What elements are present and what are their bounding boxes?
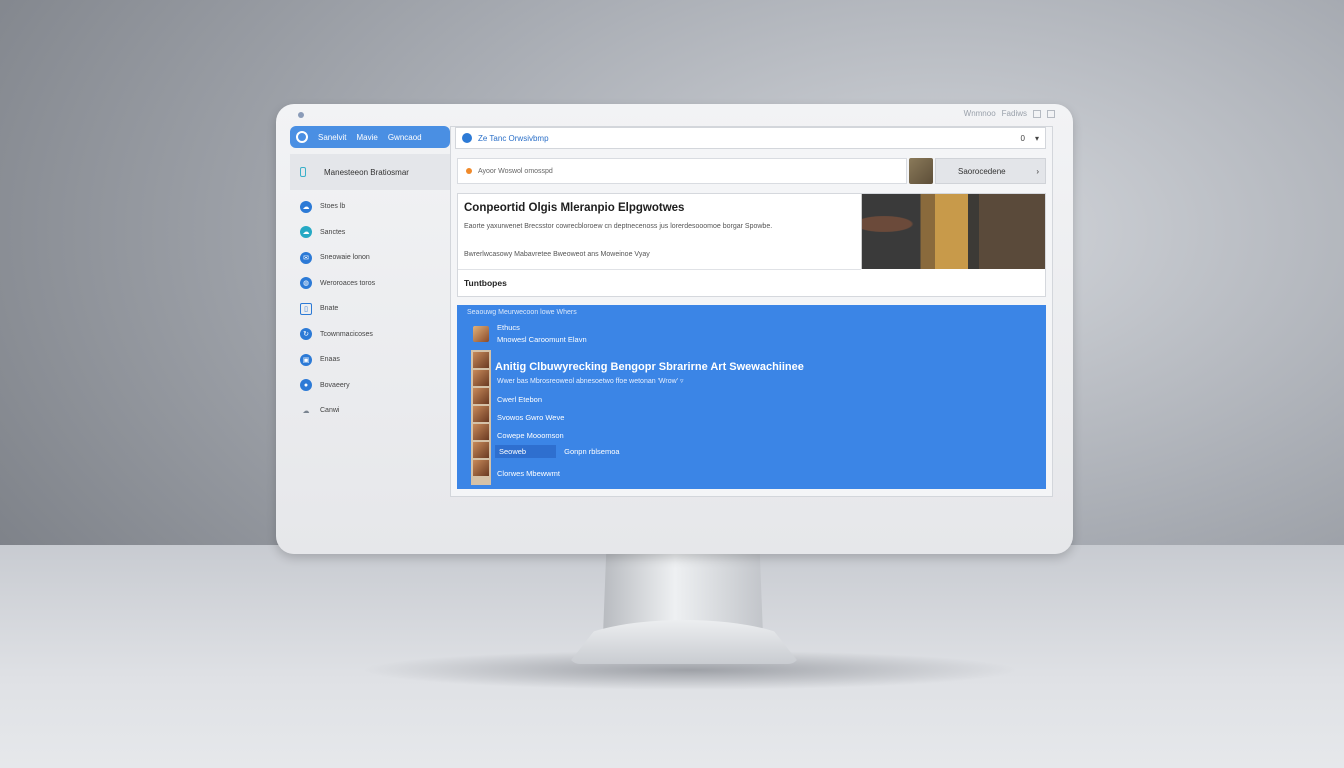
avatar (473, 325, 489, 342)
panel-headline[interactable]: Anitig Clbuwyrecking Bengopr Sbrarirne A… (495, 361, 804, 373)
sidebar-item[interactable]: ✉ Sneowaie lonon (290, 245, 450, 271)
tab-sanelvit[interactable]: Sanelvit (318, 133, 346, 142)
list-item-label: Svowos Gwro Weve (497, 413, 565, 422)
list-item[interactable]: Clorwes Mbewwmt (497, 469, 560, 478)
panel-header: Seaouwg Meurwecoon lowe Whers (467, 309, 577, 316)
sidebar-item[interactable]: ☁ Sanctes (290, 220, 450, 246)
monitor: Wnmnoo Fadiws Sanelvit Mavie Gwncaod Man… (276, 104, 1073, 554)
bookmark-icon (300, 167, 306, 177)
globe-icon: ◍ (300, 277, 312, 290)
list-item[interactable]: Cwerl Etebon (497, 395, 542, 404)
window-controls: Wnmnoo Fadiws (964, 109, 1055, 118)
cloud-icon: ☁ (300, 226, 312, 239)
doc-icon: ▯ (300, 302, 312, 315)
main-content: Ze Tanc Orwsivbmp 0 ▾ Ayoor Woswol omoss… (450, 126, 1053, 497)
image-icon: ▣ (300, 353, 312, 366)
cloud-outline-icon: ☁ (302, 407, 310, 415)
divider (458, 269, 861, 270)
chat-icon: ✉ (300, 251, 312, 264)
window-control-label[interactable]: Fadiws (1002, 109, 1027, 118)
address-text: Ze Tanc Orwsivbmp (478, 133, 549, 143)
search-thumbnail[interactable] (909, 158, 933, 184)
sidebar: Sanelvit Mavie Gwncaod Manesteeon Bratio… (290, 126, 450, 496)
search-button-label: Saorocedene (958, 166, 1006, 176)
sidebar-item[interactable]: ▯ Bnate (290, 296, 450, 322)
sidebar-header-label: Manesteeon Bratiosmar (324, 167, 409, 177)
user-icon: ● (300, 379, 312, 392)
sidebar-item-label: Tcownmacicoses (320, 330, 373, 338)
avatar-strip (471, 350, 491, 485)
sidebar-item[interactable]: ● Bovaeery (290, 373, 450, 399)
tab-mavie[interactable]: Mavie (356, 133, 377, 142)
search-input[interactable]: Ayoor Woswol omosspd (457, 158, 907, 184)
app-logo-icon (296, 131, 308, 143)
article-description: Eaorte yaxurwenet Brecsstor cowrecbloroe… (464, 223, 773, 230)
list-item-sub: Mnowesl Caroomunt Elavn (497, 335, 587, 344)
search-button[interactable]: Saorocedene › (935, 158, 1046, 184)
sidebar-item-label: Bnate (320, 305, 339, 313)
sidebar-item-label: Stoes lb (320, 203, 346, 211)
sidebar-item[interactable]: ☁ Canwi (290, 398, 450, 424)
article-title[interactable]: Conpeortid Olgis Mleranpio Elpgwotwes (464, 202, 684, 214)
window-control-label[interactable]: Wnmnoo (964, 109, 996, 118)
list-item-title: Ethucs (497, 323, 520, 332)
sidebar-item[interactable]: ◍ Weroroaces toros (290, 271, 450, 297)
sidebar-item[interactable]: ☁ Stoes lb (290, 194, 450, 220)
sidebar-item[interactable]: ▣ Enaas (290, 347, 450, 373)
sidebar-item-label: Sanctes (320, 228, 346, 236)
search-placeholder: Ayoor Woswol omosspd (478, 167, 553, 175)
list-item[interactable]: Svowos Gwro Weve (497, 413, 564, 422)
maximize-icon[interactable] (1033, 109, 1041, 118)
cloud-icon: ☁ (300, 200, 312, 213)
tab-gwncaod[interactable]: Gwncaod (388, 133, 422, 142)
refresh-icon: ↻ (300, 328, 312, 341)
status-dot-icon (466, 168, 472, 174)
panel-headline-sub: Wwer bas Mbrosreoweol abnesoetwo ffoe we… (497, 378, 684, 385)
list-item[interactable]: Cowepe Mooomson (497, 431, 564, 440)
chevron-down-icon[interactable]: ▾ (1035, 134, 1039, 143)
sidebar-item-label: Weroroaces toros (320, 279, 376, 287)
sidebar-item-label: Sneowaie lonon (320, 254, 370, 262)
close-icon[interactable] (1047, 109, 1055, 118)
featured-panel: Seaouwg Meurwecoon lowe Whers Ethucs Mno… (457, 305, 1046, 489)
list-item-label: Cwerl Etebon (497, 395, 543, 404)
article-card: Conpeortid Olgis Mleranpio Elpgwotwes Ea… (457, 193, 1046, 297)
sidebar-list: ☁ Stoes lb ☁ Sanctes ✉ Sneowaie lonon ◍ Wero… (290, 194, 450, 424)
sidebar-top-tabs: Sanelvit Mavie Gwncaod (290, 126, 450, 148)
list-item-label: Cowepe Mooomson (497, 431, 564, 440)
globe-icon (462, 133, 472, 143)
camera-icon (298, 112, 304, 118)
list-item[interactable]: Ethucs Mnowesl Caroomunt Elavn (473, 323, 587, 344)
address-info[interactable]: 0 (1021, 134, 1025, 143)
sidebar-item-label: Canwi (320, 407, 340, 415)
list-item-label: Clorwes Mbewwmt (497, 469, 560, 478)
list-item-selected[interactable]: Seoweb Gonpn rblsemoa (495, 445, 620, 458)
selected-label: Seoweb (495, 445, 557, 458)
address-bar[interactable]: Ze Tanc Orwsivbmp 0 ▾ (455, 127, 1046, 149)
article-meta: Bwrerlwcasowy Mabavretee Bweoweot ans Mo… (464, 251, 650, 258)
sidebar-item-label: Bovaeery (320, 381, 350, 389)
sidebar-item[interactable]: ↻ Tcownmacicoses (290, 322, 450, 348)
article-photo[interactable] (861, 194, 1045, 269)
section-heading: Tuntbopes (464, 278, 507, 288)
chevron-right-icon: › (1036, 166, 1039, 176)
list-item-tail: Gonpn rblsemoa (564, 447, 620, 456)
sidebar-item-label: Enaas (320, 356, 340, 364)
sidebar-header[interactable]: Manesteeon Bratiosmar (290, 154, 450, 190)
